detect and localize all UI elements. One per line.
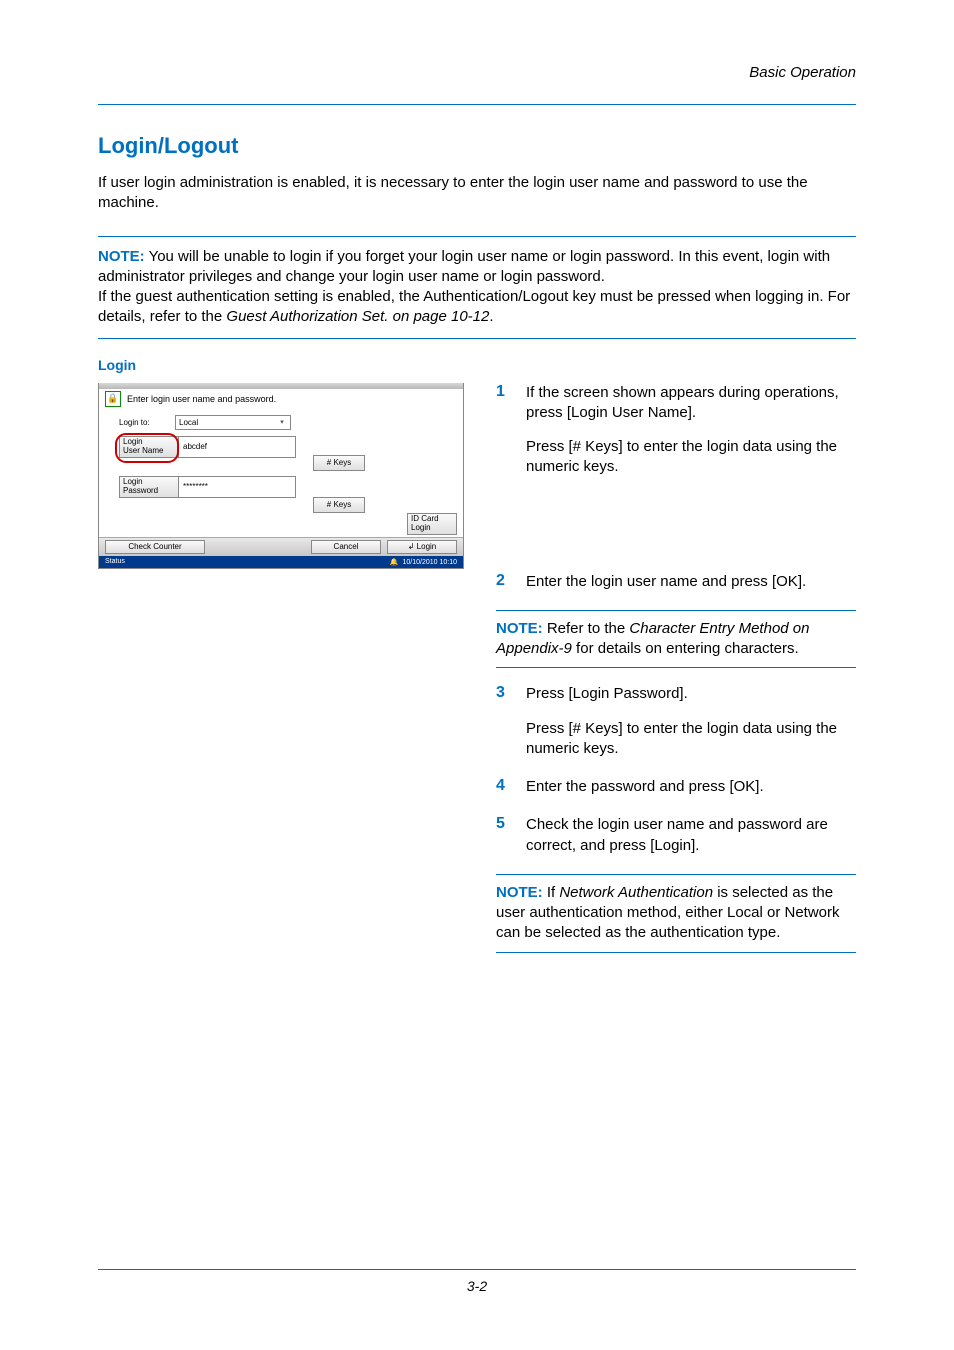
bell-icon: 🔔: [390, 559, 399, 566]
step-2-num: 2: [496, 572, 526, 592]
page-footer: 3-2: [0, 1269, 954, 1294]
login-username-field[interactable]: abcdef: [179, 436, 296, 458]
cancel-button[interactable]: Cancel: [311, 540, 381, 554]
chevron-down-icon: ▾: [277, 418, 287, 426]
step-5-text: Check the login user name and password a…: [526, 815, 856, 856]
note-box-2: NOTE: Refer to the Character Entry Metho…: [496, 610, 856, 669]
note2-a: Refer to the: [543, 620, 630, 637]
step-4-text: Enter the password and press [OK].: [526, 777, 764, 797]
step-2: 2 Enter the login user name and press [O…: [496, 572, 856, 592]
note3-label: NOTE:: [496, 884, 543, 901]
step-1: 1 If the screen shown appears during ope…: [496, 383, 856, 478]
header-rule: [98, 104, 856, 105]
login-password-field[interactable]: ********: [179, 476, 296, 498]
step-1-sub: Press [# Keys] to enter the login data u…: [526, 437, 856, 478]
step-5-num: 5: [496, 815, 526, 856]
login-to-select[interactable]: Local ▾: [175, 415, 291, 430]
intro-text: If user login administration is enabled,…: [98, 173, 856, 214]
page-title: Login/Logout: [98, 133, 856, 159]
step-5: 5 Check the login user name and password…: [496, 815, 856, 856]
note2-c: for details on entering characters.: [572, 640, 799, 657]
note3-ref: Network Authentication: [559, 884, 713, 901]
note2-label: NOTE:: [496, 620, 543, 637]
step-3-num: 3: [496, 684, 526, 759]
footer-rule: [98, 1269, 856, 1270]
note1-l1: You will be unable to login if you forge…: [98, 248, 830, 285]
id-card-login-button[interactable]: ID Card Login: [407, 513, 457, 535]
note1-ref: Guest Authorization Set. on page 10-12: [226, 308, 489, 325]
panel-title: Enter login user name and password.: [127, 394, 276, 404]
step-4-num: 4: [496, 777, 526, 797]
login-password-button[interactable]: Login Password: [119, 476, 179, 498]
login-subheading: Login: [98, 357, 856, 373]
login-button[interactable]: ↲ Login: [387, 540, 457, 554]
page-number: 3-2: [0, 1278, 954, 1294]
check-counter-button[interactable]: Check Counter: [105, 540, 205, 554]
num-keys-button-1[interactable]: # Keys: [313, 455, 365, 471]
step-4: 4 Enter the password and press [OK].: [496, 777, 856, 797]
login-panel: 🔒 Enter login user name and password. Lo…: [98, 383, 464, 569]
note1-l2c: .: [489, 308, 493, 325]
login-to-value: Local: [179, 418, 198, 427]
lock-icon: 🔒: [105, 391, 121, 407]
login-button-label: Login: [417, 542, 437, 551]
note-box-1: NOTE: You will be unable to login if you…: [98, 236, 856, 339]
login-username-button[interactable]: Login User Name: [119, 436, 179, 458]
status-label: Status: [105, 558, 125, 565]
step-2-text: Enter the login user name and press [OK]…: [526, 572, 806, 592]
step-1-text: If the screen shown appears during opera…: [526, 383, 856, 424]
step-3-text: Press [Login Password].: [526, 684, 856, 704]
num-keys-button-2[interactable]: # Keys: [313, 497, 365, 513]
step-3: 3 Press [Login Password]. Press [# Keys]…: [496, 684, 856, 759]
status-bar: Status 🔔 10/10/2010 10:10: [99, 556, 463, 568]
note-box-3: NOTE: If Network Authentication is selec…: [496, 874, 856, 953]
status-datetime: 10/10/2010 10:10: [403, 559, 458, 566]
note3-a: If: [543, 884, 560, 901]
enter-icon: ↲: [408, 542, 415, 551]
step-3-sub: Press [# Keys] to enter the login data u…: [526, 719, 856, 760]
step-1-num: 1: [496, 383, 526, 478]
login-to-label: Login to:: [119, 418, 175, 427]
note-label: NOTE:: [98, 248, 145, 265]
panel-footer: Check Counter Cancel ↲ Login: [99, 537, 463, 556]
chapter-title: Basic Operation: [749, 64, 856, 81]
panel-header: 🔒 Enter login user name and password.: [99, 389, 463, 409]
